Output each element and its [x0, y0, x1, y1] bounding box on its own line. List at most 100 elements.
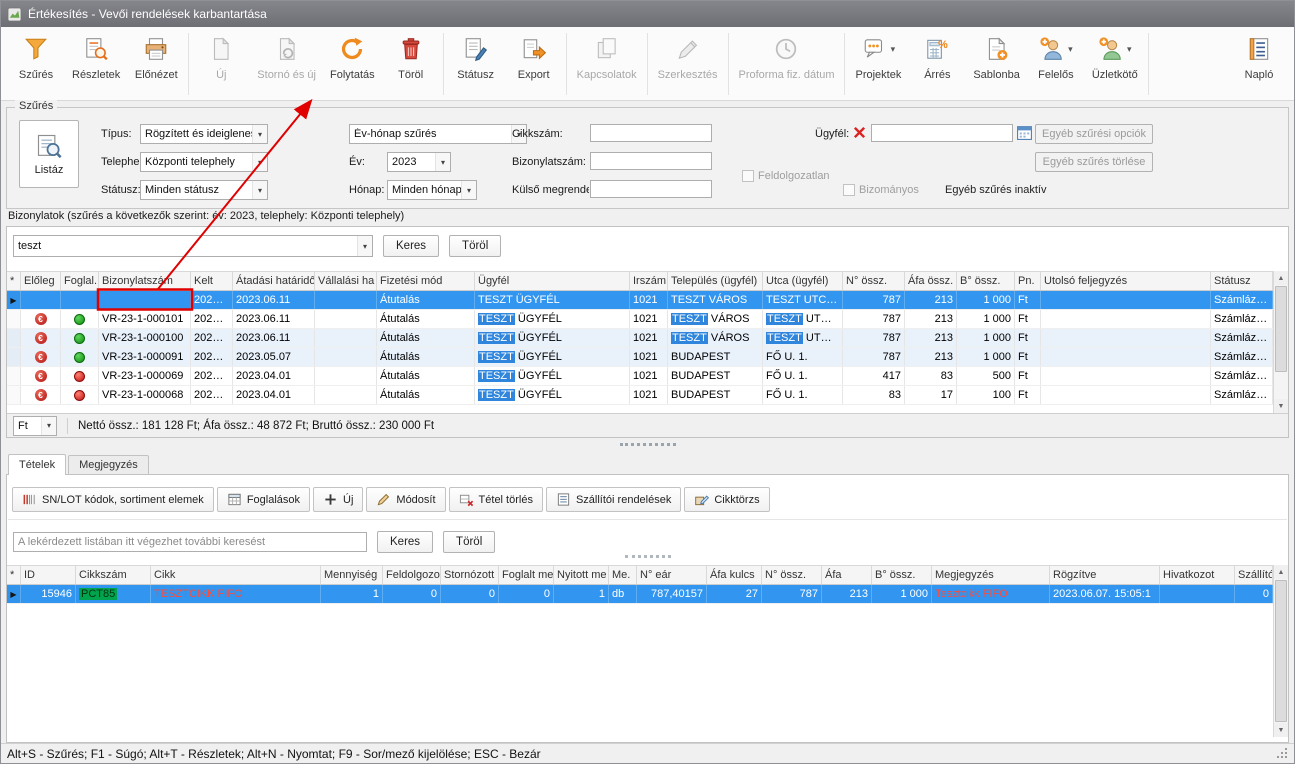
cell-brutto[interactable]: 500	[957, 367, 1015, 385]
scroll-up-icon[interactable]: ▲	[1274, 271, 1288, 285]
column-header[interactable]: Bizonylatszám	[99, 272, 191, 290]
cell-afa[interactable]: 213	[905, 348, 957, 366]
items-keres-button[interactable]: Keres	[377, 531, 433, 553]
cell-ugyfel[interactable]: TESZT ÜGYFÉL	[475, 310, 630, 328]
cell-atadasi[interactable]: 2023.06.11	[233, 329, 315, 347]
scroll-up-icon[interactable]: ▲	[1274, 565, 1288, 579]
cell-ugyfel[interactable]: TESZT ÜGYFÉL	[475, 348, 630, 366]
cell-kelt[interactable]: 2023.05.07	[191, 348, 233, 366]
scroll-down-icon[interactable]: ▼	[1274, 399, 1288, 413]
cell-netto[interactable]: 787	[843, 291, 905, 309]
cell-vallalasi[interactable]	[315, 329, 377, 347]
cell-feljegyzes[interactable]	[1041, 329, 1211, 347]
column-header[interactable]: Foglalt me	[499, 566, 554, 584]
table-row[interactable]: ▶2023.06.112023.06.11ÁtutalásTESZT ÜGYFÉ…	[7, 291, 1273, 310]
cell-afa[interactable]: 213	[905, 329, 957, 347]
feldolgozatlan-checkbox[interactable]: Feldolgozatlan	[742, 170, 830, 182]
cell-bizonylatszam[interactable]: VR-23-1-000100	[99, 329, 191, 347]
column-header[interactable]: Ügyfél	[475, 272, 630, 290]
cell-penznem[interactable]: Ft	[1015, 310, 1041, 328]
cell-utca[interactable]: FŐ U. 1.	[763, 348, 843, 366]
items-splitter-handle[interactable]	[7, 555, 1288, 558]
row-selector-cell[interactable]: ▶	[7, 585, 21, 603]
row-selector-cell[interactable]	[7, 329, 21, 347]
reservation-cell[interactable]	[61, 348, 99, 366]
cell-kelt[interactable]: 2023.06.11	[191, 329, 233, 347]
cell-telepules[interactable]: TESZT VÁROS	[668, 310, 763, 328]
cell-utca[interactable]: TESZT UTCA 1.	[763, 310, 843, 328]
items-search-input[interactable]	[13, 532, 367, 552]
cell-ugyfel[interactable]: TESZT ÜGYFÉL	[475, 329, 630, 347]
keres-button[interactable]: Keres	[383, 235, 439, 257]
cell-bizonylatszam[interactable]: VR-23-1-000091	[99, 348, 191, 366]
cell-netto[interactable]: 417	[843, 367, 905, 385]
toolbar-button-statusz[interactable]: Státusz	[447, 29, 505, 83]
cell-mennyiseg[interactable]: 1	[321, 585, 383, 603]
cell-atadasi[interactable]: 2023.04.01	[233, 367, 315, 385]
cell-fizetes[interactable]: Átutalás	[377, 367, 475, 385]
cell-bizonylatszam[interactable]: VR-23-1-000101	[99, 310, 191, 328]
cell-afakulcs[interactable]: 27	[707, 585, 762, 603]
kulso-megrendelesszam-input[interactable]	[590, 180, 712, 198]
cell-kelt[interactable]: 2023.04.01	[191, 367, 233, 385]
advance-cell[interactable]: €	[21, 310, 61, 328]
toolbar-button-uzletkoto[interactable]: ▾Üzletkötő	[1085, 29, 1145, 83]
toolbar-button-export[interactable]: Export	[505, 29, 563, 83]
cell-ugyfel[interactable]: TESZT ÜGYFÉL	[475, 291, 630, 309]
cell-penznem[interactable]: Ft	[1015, 348, 1041, 366]
dropdown-caret-icon[interactable]: ▾	[1127, 44, 1132, 55]
cell-penznem[interactable]: Ft	[1015, 291, 1041, 309]
advance-cell[interactable]	[21, 291, 61, 309]
cell-nyitott[interactable]: 1	[554, 585, 609, 603]
cell-brutto[interactable]: 1 000	[957, 329, 1015, 347]
cell-penznem[interactable]: Ft	[1015, 367, 1041, 385]
column-header[interactable]: Település (ügyfél)	[668, 272, 763, 290]
cell-telepules[interactable]: BUDAPEST	[668, 386, 763, 404]
column-header[interactable]: Pn.	[1015, 272, 1041, 290]
column-header[interactable]: ID	[21, 566, 76, 584]
cell-kelt[interactable]: 2023.06.11	[191, 310, 233, 328]
ugyfel-input[interactable]	[871, 124, 1013, 142]
cell-netto[interactable]: 787	[843, 310, 905, 328]
column-header[interactable]: B° össz.	[872, 566, 932, 584]
cell-utca[interactable]: FŐ U. 1.	[763, 367, 843, 385]
dropdown-caret-icon[interactable]: ▾	[891, 44, 896, 55]
honap-combo[interactable]: Minden hónap▾	[387, 180, 477, 200]
toolbar-button-folytatas[interactable]: Folytatás	[323, 29, 382, 83]
column-header[interactable]: N° eár	[637, 566, 707, 584]
cell-bizonylatszam[interactable]	[99, 291, 191, 309]
column-header[interactable]: Foglal.	[61, 272, 99, 290]
cell-stornozott[interactable]: 0	[441, 585, 499, 603]
cell-kelt[interactable]: 2023.04.01	[191, 386, 233, 404]
column-header[interactable]: Cikkszám	[76, 566, 151, 584]
table-row[interactable]: €VR-23-1-0000682023.04.012023.04.01Átuta…	[7, 386, 1273, 405]
cell-fizetes[interactable]: Átutalás	[377, 291, 475, 309]
table-row[interactable]: ▶15946PCT85TESZTCIKK FIFO10001db787,4015…	[7, 585, 1273, 604]
column-header[interactable]: Átadási határidő	[233, 272, 315, 290]
advance-cell[interactable]: €	[21, 348, 61, 366]
toolbar-button-torol[interactable]: Töröl	[382, 29, 440, 83]
splitter-handle[interactable]	[1, 440, 1294, 449]
scrollbar-thumb[interactable]	[1275, 286, 1287, 372]
cell-brutto[interactable]: 1 000	[957, 348, 1015, 366]
cell-cikkszam[interactable]: PCT85	[76, 585, 151, 603]
cell-feljegyzes[interactable]	[1041, 291, 1211, 309]
column-header[interactable]: Vállalási ha	[315, 272, 377, 290]
cikkszam-input[interactable]	[590, 124, 712, 142]
cell-netto[interactable]: 787	[843, 348, 905, 366]
items-toolbar-button-foglalasok[interactable]: Foglalások	[217, 487, 310, 512]
egyeb-szuresi-opciok-button[interactable]: Egyéb szűrési opciók	[1035, 124, 1153, 144]
items-toolbar-button-modosit[interactable]: Módosít	[366, 487, 445, 512]
column-header[interactable]: Előleg	[21, 272, 61, 290]
column-header[interactable]: Áfa össz.	[905, 272, 957, 290]
cell-afa[interactable]: 213	[905, 291, 957, 309]
toolbar-button-szures[interactable]: Szűrés	[7, 29, 65, 83]
cell-fizetes[interactable]: Átutalás	[377, 329, 475, 347]
tipus-combo[interactable]: Rögzített és ideiglenes▾	[140, 124, 268, 144]
tab-megjegyzes[interactable]: Megjegyzés	[68, 455, 149, 474]
cell-feljegyzes[interactable]	[1041, 348, 1211, 366]
cell-szallitoi[interactable]: 0	[1235, 585, 1273, 603]
scroll-down-icon[interactable]: ▼	[1274, 723, 1288, 737]
calendar-icon[interactable]	[1016, 124, 1033, 141]
cell-fizetes[interactable]: Átutalás	[377, 348, 475, 366]
